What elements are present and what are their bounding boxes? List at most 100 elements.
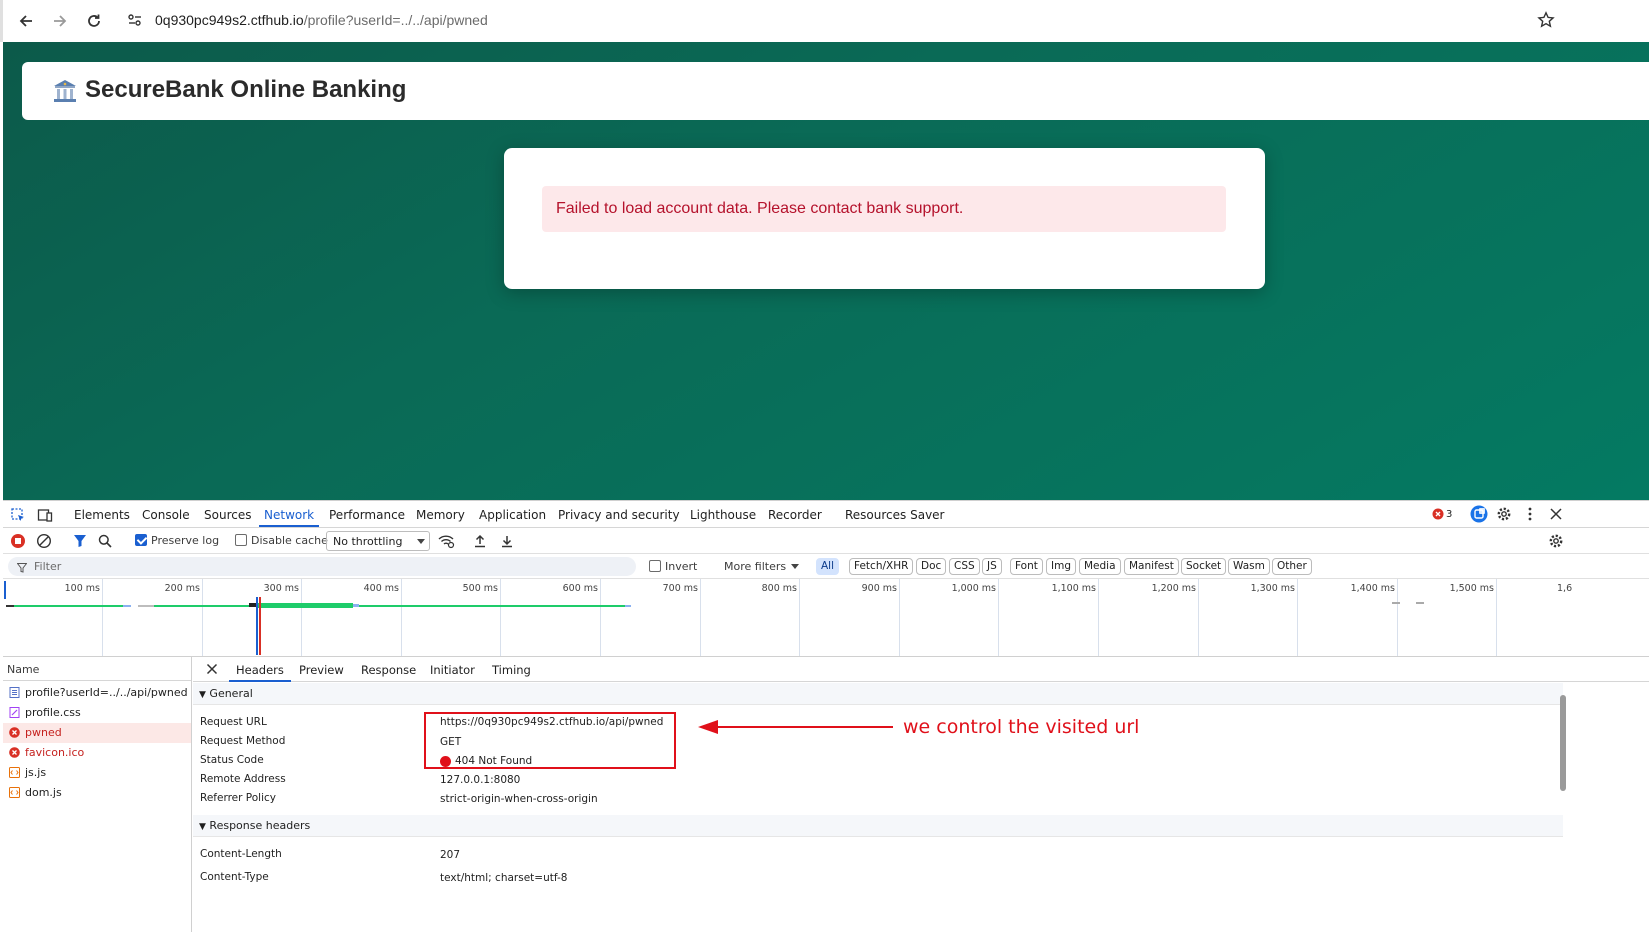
filter-chip-fetch-xhr[interactable]: Fetch/XHR: [849, 558, 914, 575]
device-toolbar-icon[interactable]: [36, 506, 54, 524]
network-timeline-overview[interactable]: 100 ms 200 ms 300 ms 400 ms 500 ms 600 m…: [3, 579, 1649, 657]
network-settings-gear-icon[interactable]: [1547, 532, 1565, 550]
tab-console[interactable]: Console: [142, 508, 190, 522]
tab-recorder[interactable]: Recorder: [768, 508, 822, 522]
tab-application[interactable]: Application: [479, 508, 546, 522]
filter-chip-img[interactable]: Img: [1046, 558, 1076, 575]
triangle-down-icon: ▼: [199, 690, 206, 700]
bank-icon: [52, 78, 78, 104]
throttling-select[interactable]: No throttling: [326, 531, 430, 551]
back-button[interactable]: [13, 8, 39, 34]
filter-chip-socket[interactable]: Socket: [1181, 558, 1227, 575]
settings-gear-icon[interactable]: [1495, 505, 1513, 523]
tab-sources[interactable]: Sources: [204, 508, 251, 522]
tab-lighthouse[interactable]: Lighthouse: [690, 508, 756, 522]
filter-chip-wasm[interactable]: Wasm: [1228, 558, 1270, 575]
close-details-icon[interactable]: [206, 663, 218, 678]
header-value: 207: [440, 849, 461, 861]
header-key: Remote Address: [200, 773, 286, 785]
list-item[interactable]: favicon.ico: [3, 743, 191, 763]
tab-elements[interactable]: Elements: [74, 508, 130, 522]
tab-preview[interactable]: Preview: [299, 663, 344, 677]
clear-icon[interactable]: [35, 532, 53, 550]
request-details: Headers Preview Response Initiator Timin…: [193, 657, 1649, 932]
error-counter[interactable]: 3: [1432, 508, 1452, 520]
script-icon: [9, 787, 20, 798]
disable-cache-label: Disable cache: [251, 534, 328, 547]
page-title: SecureBank Online Banking: [85, 76, 407, 103]
bank-header: SecureBank Online Banking: [22, 62, 1649, 120]
extension-icon[interactable]: [1470, 505, 1488, 523]
error-icon: [9, 747, 20, 758]
arrow-right-icon: [54, 15, 67, 27]
list-item[interactable]: js.js: [3, 763, 191, 783]
filter-input[interactable]: Filter: [8, 557, 636, 576]
network-conditions-icon[interactable]: [437, 532, 455, 550]
tab-performance[interactable]: Performance: [329, 508, 405, 522]
filter-chip-js[interactable]: JS: [982, 558, 1002, 575]
list-item[interactable]: dom.js: [3, 783, 191, 803]
reload-icon: [88, 14, 100, 27]
response-headers-section-toggle[interactable]: ▼ Response headers: [193, 815, 1563, 837]
error-card: Failed to load account data. Please cont…: [504, 148, 1265, 289]
tab-memory[interactable]: Memory: [416, 508, 465, 522]
more-filters-dropdown[interactable]: More filters: [724, 560, 786, 573]
annotation-highlight-box: [424, 712, 676, 769]
general-section-toggle[interactable]: ▼ General: [193, 683, 1563, 705]
inspect-element-icon[interactable]: [9, 506, 27, 524]
export-har-icon[interactable]: [498, 532, 516, 550]
site-info-icon[interactable]: [127, 12, 143, 31]
filter-chip-other[interactable]: Other: [1272, 558, 1312, 575]
filter-chip-media[interactable]: Media: [1079, 558, 1121, 575]
page-viewport: SecureBank Online Banking Failed to load…: [3, 42, 1649, 500]
preserve-log-checkbox[interactable]: [135, 534, 147, 546]
reload-button[interactable]: [81, 8, 107, 34]
more-options-icon[interactable]: [1521, 505, 1539, 523]
network-toolbar: Preserve log Disable cache No throttling: [3, 528, 1649, 554]
header-key: Referrer Policy: [200, 792, 276, 804]
import-har-icon[interactable]: [471, 532, 489, 550]
error-count: 3: [1446, 508, 1453, 520]
annotation-arrow-icon: [698, 720, 893, 734]
invert-checkbox[interactable]: [649, 560, 661, 572]
timeline-bars: [4, 581, 1424, 655]
request-name: favicon.ico: [25, 746, 85, 759]
record-stop-icon[interactable]: [9, 532, 27, 550]
request-name: profile.css: [25, 706, 81, 719]
list-item[interactable]: profile?userId=../../api/pwned: [3, 683, 191, 703]
name-column-header[interactable]: Name: [3, 657, 191, 681]
tab-initiator[interactable]: Initiator: [430, 663, 475, 677]
tab-response[interactable]: Response: [361, 663, 416, 677]
filter-chip-doc[interactable]: Doc: [916, 558, 947, 575]
section-title: Response headers: [209, 819, 311, 832]
filter-chip-css[interactable]: CSS: [949, 558, 980, 575]
request-name: js.js: [25, 766, 47, 779]
devtools-tab-bar: Elements Console Sources Network Perform…: [3, 501, 1649, 528]
bookmark-star-icon[interactable]: [1537, 11, 1555, 32]
url-host: 0q930pc949s2.ctfhub.io: [155, 12, 304, 28]
tab-headers[interactable]: Headers: [236, 663, 284, 677]
close-devtools-icon[interactable]: [1547, 505, 1565, 523]
tab-timing[interactable]: Timing: [492, 663, 531, 677]
url-text[interactable]: 0q930pc949s2.ctfhub.io/profile?userId=..…: [155, 12, 488, 28]
filter-funnel-outline-icon: [16, 562, 28, 576]
tab-network[interactable]: Network: [264, 508, 314, 522]
tab-privacy-security[interactable]: Privacy and security: [558, 508, 680, 522]
request-name: profile?userId=../../api/pwned: [25, 686, 188, 699]
search-icon[interactable]: [96, 532, 114, 550]
tab-resources-saver[interactable]: Resources Saver: [845, 508, 945, 522]
error-icon: [1432, 508, 1444, 520]
filter-placeholder: Filter: [34, 560, 62, 573]
disable-cache-checkbox[interactable]: [235, 534, 247, 546]
forward-button[interactable]: [47, 8, 73, 34]
filter-funnel-icon[interactable]: [71, 532, 89, 550]
filter-chip-all[interactable]: All: [816, 558, 840, 575]
annotation-text: we control the visited url: [903, 716, 1140, 738]
list-item[interactable]: profile.css: [3, 703, 191, 723]
filter-chip-manifest[interactable]: Manifest: [1124, 558, 1179, 575]
preserve-log-label: Preserve log: [151, 534, 220, 547]
filter-chip-font[interactable]: Font: [1010, 558, 1043, 575]
devtools-panel: Elements Console Sources Network Perform…: [3, 500, 1649, 932]
scrollbar[interactable]: [1560, 695, 1566, 791]
list-item[interactable]: pwned: [3, 723, 191, 743]
